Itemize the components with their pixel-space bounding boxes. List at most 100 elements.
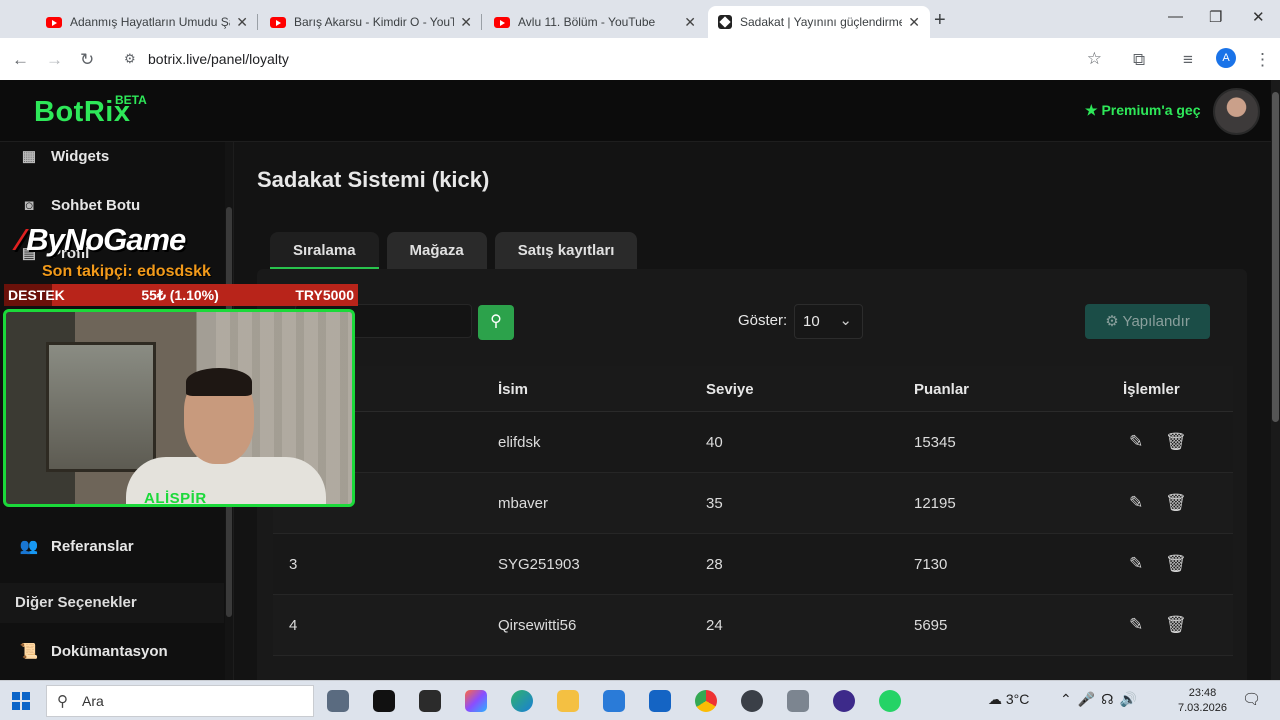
robot-icon: ◙ [24, 196, 34, 214]
search-button[interactable]: ⚲ [478, 305, 514, 340]
sidebar-item-chatbot[interactable]: ◙ Sohbet Botu [16, 191, 140, 219]
webcam-frame [3, 309, 355, 507]
col-level[interactable]: Seviye [706, 381, 754, 398]
tab-store[interactable]: Mağaza [386, 232, 487, 269]
address-bar[interactable]: ⚙ botrix.live/panel/loyalty ☆ [112, 43, 1112, 75]
table-row: 3 SYG251903 28 7130 ✎ 🗑 [273, 534, 1233, 595]
site-info-icon[interactable]: ⚙ [124, 51, 140, 67]
task-view-icon[interactable] [327, 690, 349, 712]
rank-cell: 4 [289, 617, 298, 634]
taskbar-search[interactable]: ⚲ Ara [46, 685, 314, 717]
app-ring-icon[interactable] [833, 690, 855, 712]
forward-icon[interactable]: → [46, 50, 63, 70]
system-tray[interactable]: ⌃🎤☊🔊 [1060, 691, 1143, 708]
epic-games-icon[interactable] [419, 690, 441, 712]
trash-icon[interactable]: 🗑 [1165, 554, 1187, 574]
beta-badge: BETA [115, 93, 147, 107]
browser-tab[interactable]: Adanmış Hayatların Umudu Şar ✕ [36, 6, 258, 38]
browser-tab-active[interactable]: Sadakat | Yayınını güçlendirmek ✕ [708, 6, 930, 38]
outlook-icon[interactable] [649, 690, 671, 712]
streamer-name: ALİSPİR [144, 490, 207, 507]
trash-icon[interactable]: 🗑 [1165, 615, 1187, 635]
sidebar-section-head: Diğer Seçenekler [0, 583, 224, 623]
edit-icon[interactable]: ✎ [1129, 432, 1143, 452]
close-icon[interactable]: ✕ [460, 14, 472, 31]
close-icon[interactable]: ✕ [236, 14, 248, 31]
configure-button[interactable]: ⚙ Yapılandır [1085, 304, 1210, 339]
points-cell: 7130 [914, 556, 948, 573]
premium-link[interactable]: ★ Premium'a geç [1085, 102, 1201, 119]
sidebar-item-label: Sohbet Botu [51, 196, 141, 214]
restore-icon[interactable]: ❐ [1209, 8, 1222, 26]
name-cell: mbaver [498, 495, 549, 512]
tiktok-icon[interactable] [373, 690, 395, 712]
sidebar-item-docs[interactable]: 📜 Dokümantasyon [16, 637, 168, 665]
col-name[interactable]: İsim [498, 381, 528, 398]
sidebar-item-label: Widgets [51, 147, 110, 165]
edit-icon[interactable]: ✎ [1129, 615, 1143, 635]
tab-title: Adanmış Hayatların Umudu Şar [70, 15, 231, 29]
edge-icon[interactable] [511, 690, 533, 712]
page-size-select[interactable]: 10 ⌄ [794, 304, 863, 339]
clock-date: 7.03.2026 [1178, 702, 1227, 714]
points-cell: 5695 [914, 617, 948, 634]
notification-icon[interactable]: 🗨 [1242, 690, 1261, 708]
tab-title: Barış Akarsu - Kimdir O - YouTu [294, 15, 455, 29]
extensions-icon[interactable]: ⧉ [1133, 50, 1145, 70]
tab-sales-log[interactable]: Satış kayıtları [494, 232, 638, 269]
store-icon[interactable] [603, 690, 625, 712]
profile-avatar[interactable]: A [1216, 48, 1236, 68]
windows-start-icon[interactable] [12, 692, 30, 710]
whatsapp-icon[interactable] [879, 690, 901, 712]
chrome-icon[interactable] [695, 690, 717, 712]
col-points[interactable]: Puanlar [914, 381, 969, 398]
user-avatar[interactable] [1213, 88, 1260, 135]
browser-toolbar: ← → ↻ ⚙ botrix.live/panel/loyalty ☆ ⧉ ≡ … [0, 38, 1280, 80]
calculator-icon[interactable] [787, 690, 809, 712]
sidebar-item-widgets[interactable]: ▦ Widgets [16, 142, 109, 170]
copilot-icon[interactable] [465, 690, 487, 712]
menu-kebab-icon[interactable]: ⋮ [1254, 50, 1271, 70]
youtube-icon [46, 16, 62, 28]
edit-icon[interactable]: ✎ [1129, 493, 1143, 513]
rank-cell: 3 [289, 556, 298, 573]
sidebar-item-label: Dokümantasyon [51, 642, 168, 660]
clock-time: 23:48 [1188, 687, 1217, 699]
file-explorer-icon[interactable] [557, 690, 579, 712]
new-tab-icon[interactable]: + [934, 9, 946, 32]
weather-temp: 3°C [1005, 691, 1030, 707]
reload-icon[interactable]: ↻ [80, 50, 94, 70]
grid-icon: ▦ [21, 148, 37, 165]
level-cell: 35 [706, 495, 723, 512]
bookmark-star-icon[interactable]: ☆ [1087, 49, 1102, 69]
trash-icon[interactable]: 🗑 [1165, 493, 1187, 513]
premium-label: Premium'a geç [1101, 102, 1201, 118]
minimize-icon[interactable]: — [1168, 8, 1183, 25]
back-icon[interactable]: ← [12, 50, 29, 70]
edit-icon[interactable]: ✎ [1129, 554, 1143, 574]
sidebar-item-referrals[interactable]: 👥 Referanslar [16, 532, 134, 560]
tab-ranking[interactable]: Sıralama [270, 232, 379, 269]
obs-icon[interactable] [741, 690, 763, 712]
trash-icon[interactable]: 🗑 [1165, 432, 1187, 452]
overlay-brand: ⁄ ByNoGame [18, 222, 186, 258]
browser-tab[interactable]: Avlu 11. Bölüm - YouTube ✕ [484, 6, 706, 38]
close-icon[interactable]: ✕ [908, 14, 920, 31]
browser-tab[interactable]: Barış Akarsu - Kimdir O - YouTu ✕ [260, 6, 482, 38]
chevron-down-icon: ⌄ [839, 312, 852, 329]
close-icon[interactable]: ✕ [684, 14, 696, 31]
youtube-icon [494, 16, 510, 28]
page-scrollbar[interactable] [1271, 80, 1280, 680]
clock[interactable]: 23:48 7.03.2026 [1178, 686, 1227, 716]
close-window-icon[interactable]: ✕ [1252, 8, 1265, 26]
overlay-brand-text: ByNoGame [26, 222, 186, 257]
name-cell: SYG251903 [498, 556, 580, 573]
weather-widget[interactable]: ☁ 3°C [988, 691, 1029, 708]
media-control-icon[interactable]: ≡ [1183, 50, 1193, 70]
main-content: Sadakat Sistemi (kick) Sıralama Mağaza S… [235, 142, 1271, 689]
gears-icon: ⚙ [1105, 313, 1119, 330]
name-cell: Qirsewitti56 [498, 617, 577, 634]
table-row: elifdsk 40 15345 ✎ 🗑 [273, 412, 1233, 473]
col-actions: İşlemler [1123, 381, 1180, 398]
sidebar-item-label: Referanslar [51, 537, 134, 555]
